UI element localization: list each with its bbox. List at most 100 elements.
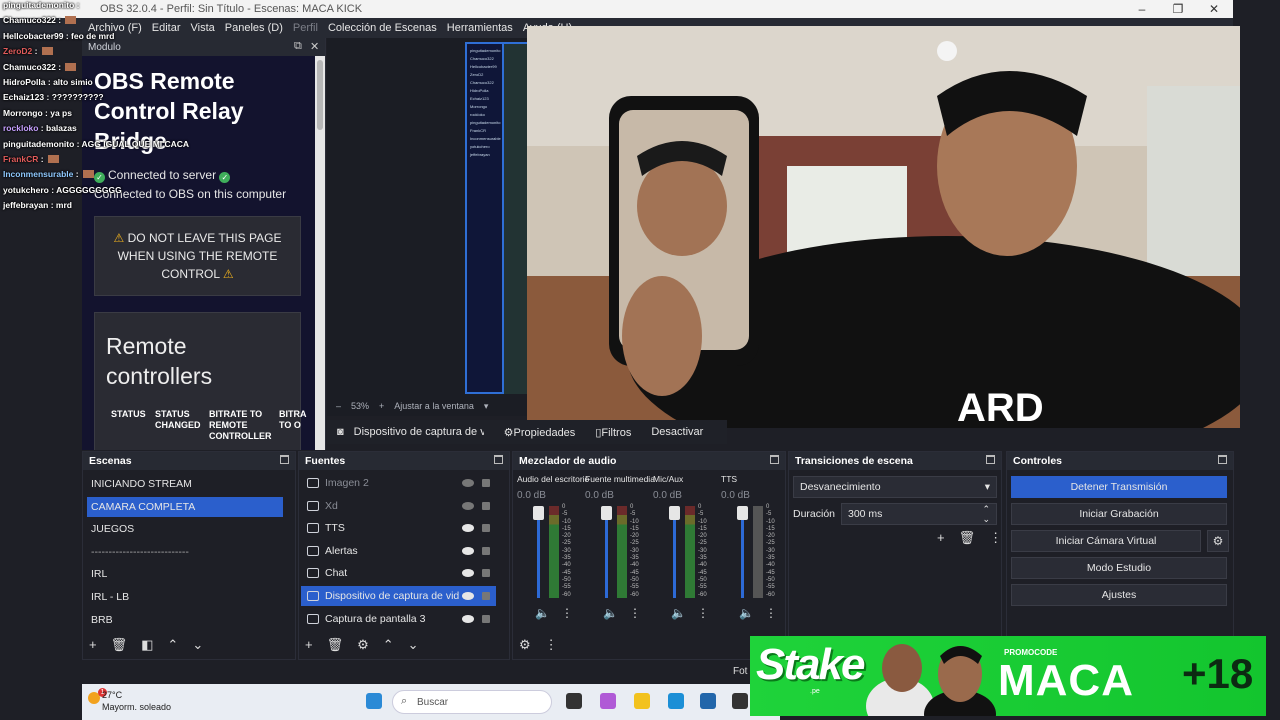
eye-icon[interactable] (462, 569, 474, 578)
volume-slider[interactable] (605, 508, 608, 598)
scene-item[interactable]: JUEGOS (87, 519, 283, 539)
taskbar-search[interactable]: ⌕ Buscar (392, 690, 552, 714)
eye-icon[interactable] (462, 546, 474, 555)
scene-item[interactable]: INICIANDO STREAM (87, 474, 283, 494)
obs-app-icon[interactable] (732, 693, 748, 709)
maximize-button[interactable]: ❐ (1160, 0, 1196, 18)
chevron-down-icon[interactable]: ⌄ (408, 637, 419, 653)
volume-slider[interactable] (673, 508, 676, 598)
zoom-in-button[interactable]: + (379, 401, 384, 411)
zoom-level[interactable]: 53% (351, 401, 369, 411)
scene-item[interactable]: IRL - LB (87, 587, 283, 607)
lock-icon[interactable] (482, 569, 490, 578)
more-icon[interactable]: ⋮ (765, 606, 777, 620)
undock-icon[interactable] (986, 455, 995, 464)
eye-icon[interactable] (462, 614, 474, 623)
transition-select[interactable]: Desvanecimiento ▾ (793, 476, 997, 498)
eye-icon[interactable] (462, 479, 474, 487)
undock-icon[interactable] (1218, 455, 1227, 464)
undock-icon[interactable] (280, 455, 289, 464)
trash-icon[interactable]: 🗑 (327, 637, 344, 653)
stop-stream-button[interactable]: Detener Transmisión (1011, 476, 1227, 498)
source-item[interactable]: Xd (301, 496, 496, 516)
more-icon[interactable]: ⋮ (545, 637, 558, 653)
task-view-icon[interactable] (566, 693, 582, 709)
volume-slider[interactable] (537, 508, 540, 598)
undock-icon[interactable] (494, 455, 503, 464)
scene-item[interactable]: BRB (87, 610, 283, 630)
zoom-out-button[interactable]: – (336, 401, 341, 411)
lock-icon[interactable] (482, 479, 490, 487)
close-dock-icon[interactable]: ✕ (310, 40, 319, 53)
close-window-button[interactable]: ✕ (1196, 0, 1232, 18)
chevron-up-icon[interactable]: ⌃ (167, 637, 178, 653)
source-item[interactable]: Alertas (301, 541, 496, 561)
virtual-camera-settings-button[interactable]: ⚙ (1207, 530, 1229, 552)
settings-button[interactable]: Ajustes (1011, 584, 1227, 606)
undock-icon[interactable] (770, 455, 779, 464)
source-item[interactable]: Imagen 2 (301, 473, 496, 493)
duration-spinbox[interactable]: 300 ms ⌃ ⌄ (841, 503, 997, 525)
lock-icon[interactable] (482, 524, 490, 533)
add-icon[interactable]: + (937, 530, 945, 546)
more-icon[interactable]: ⋮ (697, 606, 709, 620)
windows-start-icon[interactable] (366, 693, 382, 709)
file-explorer-icon[interactable] (634, 693, 650, 709)
speaker-icon[interactable]: 🔈 (671, 606, 686, 620)
chevron-up-icon[interactable]: ⌃ (383, 637, 394, 653)
volume-slider[interactable] (741, 508, 744, 598)
menu-paneles[interactable]: Paneles (D) (225, 22, 283, 34)
chevron-down-icon[interactable]: ▾ (484, 401, 489, 412)
volume-slider-handle[interactable] (737, 506, 748, 520)
start-virtual-camera-button[interactable]: Iniciar Cámara Virtual (1011, 530, 1201, 552)
lock-icon[interactable] (482, 546, 490, 555)
lock-icon[interactable] (482, 501, 490, 510)
weather-widget[interactable]: 27°C Mayorm. soleado (102, 689, 171, 713)
lock-icon[interactable] (482, 592, 490, 600)
gear-icon[interactable]: ⚙ (519, 637, 531, 653)
filters-button[interactable]: ▯Filtros (595, 426, 631, 439)
gear-icon[interactable]: ⚙ (357, 637, 369, 653)
volume-slider-handle[interactable] (601, 506, 612, 520)
eye-icon[interactable] (462, 592, 474, 600)
eye-icon[interactable] (462, 524, 474, 533)
menu-editar[interactable]: Editar (152, 22, 181, 34)
start-recording-button[interactable]: Iniciar Grabación (1011, 503, 1227, 525)
source-item[interactable]: TTS (301, 518, 496, 538)
deactivate-button[interactable]: Desactivar (651, 426, 703, 438)
source-item[interactable]: Chat (301, 563, 496, 583)
source-item[interactable]: Captura de pantalla 3 (301, 609, 496, 629)
source-item[interactable]: Dispositivo de captura de video (301, 586, 496, 606)
menu-coleccion-escenas[interactable]: Colección de Escenas (328, 22, 437, 34)
trash-icon[interactable]: 🗑 (111, 637, 128, 653)
volume-slider-handle[interactable] (533, 506, 544, 520)
menu-vista[interactable]: Vista (191, 22, 215, 34)
more-icon[interactable]: ⋮ (561, 606, 573, 620)
add-icon[interactable]: + (89, 637, 97, 653)
speaker-icon[interactable]: 🔈 (603, 606, 618, 620)
menu-herramientas[interactable]: Herramientas (447, 22, 513, 34)
filter-icon[interactable]: ◧ (141, 637, 153, 653)
scene-item[interactable]: ---------------------------- (87, 542, 283, 562)
float-dock-icon[interactable]: ⧉ (294, 40, 302, 53)
speaker-muted-icon[interactable]: 🔈 (739, 606, 754, 620)
volume-slider-handle[interactable] (669, 506, 680, 520)
more-icon[interactable]: ⋮ (989, 530, 1002, 546)
studio-mode-button[interactable]: Modo Estudio (1011, 557, 1227, 579)
lock-icon[interactable] (482, 614, 490, 623)
menu-perfil[interactable]: Perfil (293, 22, 318, 34)
add-icon[interactable]: + (305, 637, 313, 653)
edge-icon[interactable] (668, 693, 684, 709)
chevron-down-icon[interactable]: ⌄ (192, 637, 203, 653)
properties-button[interactable]: ⚙Propiedades (504, 426, 576, 439)
more-icon[interactable]: ⋮ (629, 606, 641, 620)
remote-dock-scrollbar[interactable] (315, 56, 325, 450)
scroll-thumb[interactable] (317, 60, 323, 130)
minimize-button[interactable]: – (1124, 0, 1160, 18)
scene-item[interactable]: IRL (87, 564, 283, 584)
speaker-icon[interactable]: 🔈 (535, 606, 550, 620)
store-icon[interactable] (700, 693, 716, 709)
fit-window-option[interactable]: Ajustar a la ventana (394, 401, 474, 411)
spin-arrows-icon[interactable]: ⌃ ⌄ (982, 504, 990, 524)
trash-icon[interactable]: 🗑 (959, 530, 976, 546)
